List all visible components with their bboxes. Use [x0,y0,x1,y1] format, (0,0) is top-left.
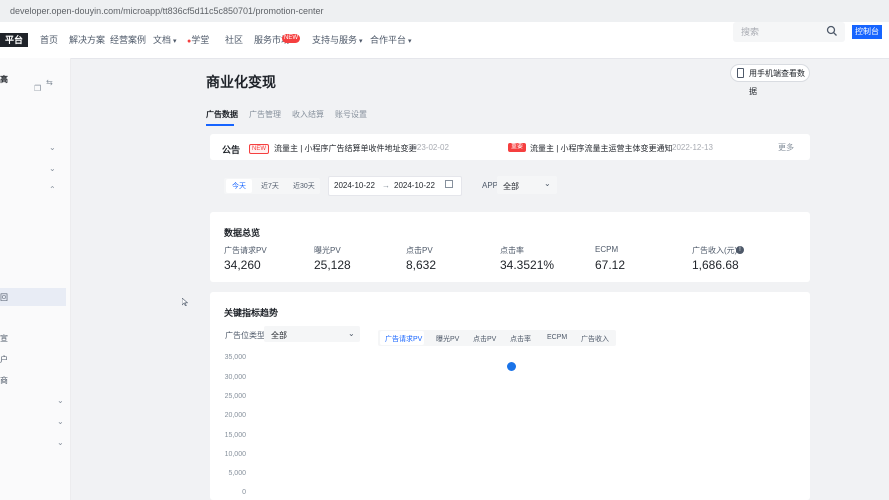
range-today-button[interactable]: 今天 [232,181,246,191]
chevron-down-icon[interactable]: ⌄ [57,417,64,426]
range-7d-button[interactable]: 近7天 [261,181,279,191]
nav-docs-label: 文档 [153,35,172,45]
metric-tab-ecpm[interactable]: ECPM [547,334,567,341]
metric-tab-clicks[interactable]: 点击PV [473,334,496,344]
nav-solutions[interactable]: 解决方案 [69,33,105,47]
metric-tab-impressions[interactable]: 曝光PV [436,334,459,344]
info-icon[interactable]: ! [736,246,744,254]
copy-icon[interactable]: ❐ [34,84,41,93]
chevron-down-icon: ▾ [359,38,363,45]
chevron-down-icon: ⌄ [348,329,355,338]
chevron-down-icon[interactable]: ⌄ [49,164,56,173]
notice-item-date: 2023-02-02 [408,143,449,152]
metric-value: 34.3521% [500,258,555,272]
notice-item-link[interactable]: 流量主 | 小程序流量主运营主体变更通知 [530,143,673,154]
metric-label: 广告请求PV [224,246,267,255]
cursor-indicator [507,362,516,371]
metric-value: 25,128 [314,258,351,272]
chevron-down-icon: ▾ [173,38,177,45]
chevron-up-icon[interactable]: ⌃ [49,185,56,194]
mouse-pointer-icon [182,298,188,306]
new-badge: NEW [249,144,269,154]
more-link[interactable]: 更多 [778,142,794,153]
tab-ad-management[interactable]: 广告管理 [249,109,281,120]
y-axis-tick: 35,000 [224,354,246,361]
notice-item-link[interactable]: 流量主 | 小程序广告结算单收件地址变更 [274,143,417,154]
sidebar-app-name: 高 [0,75,8,84]
nav-academy[interactable]: ●学堂 [187,33,209,49]
chevron-down-icon: ⌄ [544,179,551,188]
nav-support-label: 支持与服务 [312,35,358,45]
sidebar-item[interactable]: 户 [0,354,8,365]
notice-item-date: 2022-12-13 [672,143,713,152]
nav-community[interactable]: 社区 [225,33,243,47]
metric-value: 67.12 [595,258,626,272]
sidebar-item[interactable]: 商 [0,375,8,386]
overview-title: 数据总览 [224,228,261,238]
metric-value: 8,632 [406,258,437,272]
site-logo[interactable]: 平台 [0,33,29,47]
nav-academy-label: 学堂 [191,35,210,45]
metric-tab-ctr[interactable]: 点击率 [510,334,531,344]
nav-partner[interactable]: 合作平台 ▾ [370,33,412,49]
sidebar-item[interactable]: 宣 [0,333,8,344]
range-30d-button[interactable]: 近30天 [293,181,315,191]
metric-value: 34,260 [224,258,261,272]
date-separator: → [382,181,390,190]
active-tab-indicator [206,124,234,126]
mobile-phone-icon [737,68,744,78]
y-axis-tick: 25,000 [224,393,246,400]
sidebar-item-active[interactable]: 回 [0,292,8,303]
nav-docs[interactable]: 文档 ▾ [153,33,177,49]
y-axis-tick: 5,000 [228,470,246,477]
new-badge: NEW [282,34,300,43]
ad-type-select-value: 全部 [271,331,287,340]
metric-label: 点击率 [500,246,524,255]
chevron-down-icon: ▾ [408,38,412,45]
y-axis-tick: 0 [242,489,246,496]
nav-partner-label: 合作平台 [370,35,407,45]
nav-cases[interactable]: 经营案例 [110,33,146,47]
tab-ad-data[interactable]: 广告数据 [206,109,238,120]
chevron-down-icon[interactable]: ⌄ [57,396,64,405]
app-select-value: 全部 [503,182,519,191]
nav-home[interactable]: 首页 [40,33,58,47]
date-end[interactable]: 2024-10-22 [394,181,435,190]
swap-icon[interactable]: ⇆ [46,78,53,87]
y-axis-tick: 20,000 [224,412,246,419]
sidebar-active-highlight [0,288,66,306]
trend-title: 关键指标趋势 [224,308,279,318]
metric-tab-revenue[interactable]: 广告收入 [581,334,609,344]
metric-label: 曝光PV [314,246,341,255]
tab-revenue-settlement[interactable]: 收入结算 [292,109,324,120]
y-axis-tick: 30,000 [224,374,246,381]
search-icon[interactable] [826,25,838,37]
chevron-down-icon[interactable]: ⌄ [57,438,64,447]
page-title: 商业化变现 [206,74,276,90]
sidebar [0,58,71,500]
calendar-icon[interactable] [445,180,453,188]
address-bar[interactable]: developer.open-douyin.com/microapp/tt836… [0,0,889,22]
y-axis-tick: 15,000 [224,432,246,439]
metric-tab-requests[interactable]: 广告请求PV [385,334,422,344]
date-start[interactable]: 2024-10-22 [334,181,375,190]
ad-type-filter-label: 广告位类型 [225,331,265,340]
important-badge: 重要 [508,143,527,152]
notice-label: 公告 [222,145,241,155]
tab-account-settings[interactable]: 账号设置 [335,109,367,120]
metric-value: 1,686.68 [692,258,739,272]
metric-label: 点击PV [406,246,433,255]
metric-label: 广告收入(元) [692,246,738,255]
trend-card [210,292,810,500]
y-axis-tick: 10,000 [224,451,246,458]
chevron-down-icon[interactable]: ⌄ [49,143,56,152]
console-button[interactable]: 控制台 [852,25,882,39]
nav-support[interactable]: 支持与服务 ▾ [312,33,363,49]
app-filter-label: APP [482,181,499,190]
metric-label: ECPM [595,245,619,254]
